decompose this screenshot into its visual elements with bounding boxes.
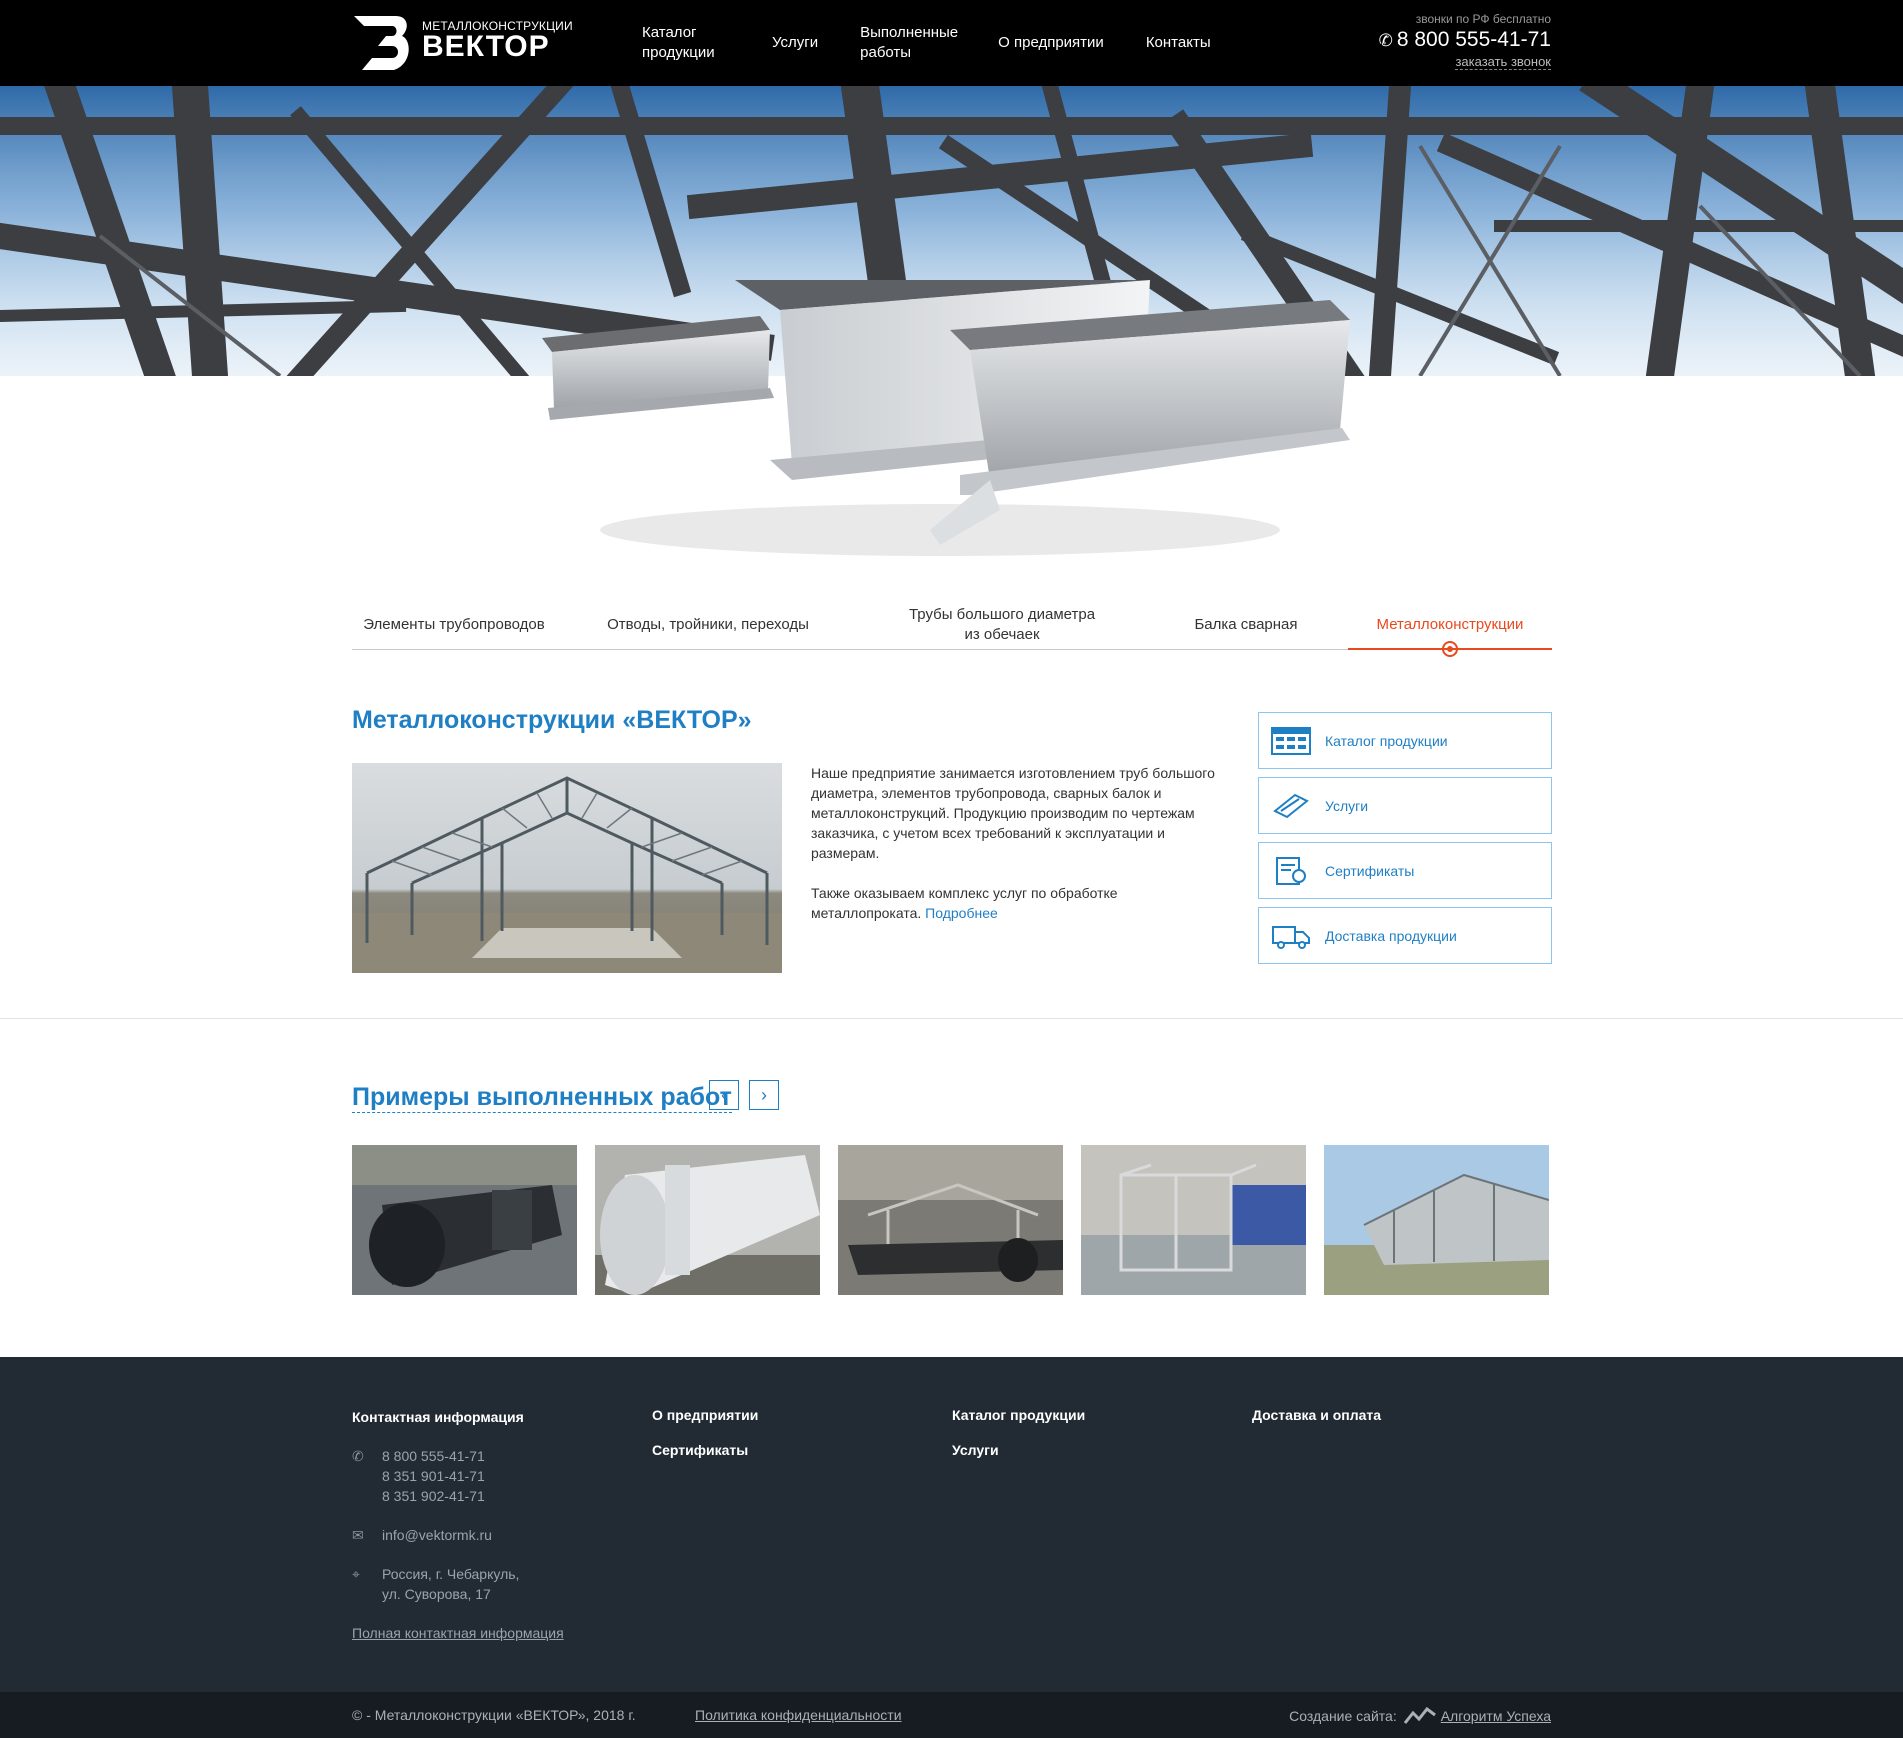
quick-link-label: Каталог продукции [1325, 732, 1448, 749]
header-phone[interactable]: ✆ 8 800 555-41-71 [1379, 28, 1551, 52]
chevron-right-icon: › [761, 1084, 767, 1105]
vector-logo-icon [354, 16, 409, 70]
developer-link[interactable]: Алгоритм Успеха [1441, 1708, 1551, 1724]
nav-about[interactable]: О предприятии [996, 33, 1106, 53]
chevron-left-icon: ‹ [721, 1084, 727, 1105]
copyright-text: © - Металлоконструкции «ВЕКТОР», 2018 г. [352, 1707, 636, 1723]
quick-link-certificates[interactable]: Сертификаты [1258, 842, 1552, 899]
about-text: Наше предприятие занимается изготовление… [811, 763, 1231, 943]
gallery-item-frame-warehouse[interactable] [1081, 1145, 1306, 1295]
footer-contacts: Контактная информация ✆ 8 800 555-41-71 … [352, 1407, 602, 1643]
footer-link-certificates[interactable]: Сертификаты [652, 1442, 758, 1458]
footer-phone-3[interactable]: 8 351 902-41-71 [382, 1486, 485, 1506]
gallery-item-pipe-white[interactable] [595, 1145, 820, 1295]
footer-link-about[interactable]: О предприятии [652, 1407, 758, 1423]
footer-phone-1[interactable]: 8 800 555-41-71 [382, 1446, 485, 1466]
site-footer: Контактная информация ✆ 8 800 555-41-71 … [0, 1357, 1903, 1692]
footer-address-line-1: Россия, г. Чебаркуль, [382, 1566, 520, 1582]
tab-label: Металлоконструкции [1376, 615, 1524, 633]
nav-services[interactable]: Услуги [770, 33, 820, 53]
gallery-item-workshop-frame[interactable] [838, 1145, 1063, 1295]
examples-title: Примеры выполненных работ [352, 1083, 732, 1113]
gallery-item-outdoor-frame[interactable] [1324, 1145, 1549, 1295]
privacy-policy-link[interactable]: Политика конфиденциальности [695, 1707, 902, 1723]
nav-contacts[interactable]: Контакты [1144, 33, 1213, 53]
footer-address-row: ⌖ Россия, г. Чебаркуль, ул. Суворова, 17 [352, 1564, 602, 1604]
footer-phones: ✆ 8 800 555-41-71 8 351 901-41-71 8 351 … [352, 1446, 602, 1506]
developer-label: Создание сайта: [1289, 1708, 1397, 1724]
main-nav: Каталог продукции Услуги Выполненные раб… [640, 0, 1251, 86]
tab-label: Трубы большого диаметра из обечаек [908, 605, 1096, 643]
phone-note: звонки по РФ бесплатно [1415, 12, 1551, 26]
callback-link[interactable]: заказать звонок [1455, 54, 1551, 70]
more-link[interactable]: Подробнее [925, 905, 998, 921]
tab-large-pipes[interactable]: Трубы большого диаметра из обечаек [860, 600, 1144, 649]
site-header: МЕТАЛЛОКОНСТРУКЦИИ ВЕКТОР Каталог продук… [0, 0, 1903, 86]
logo-title: ВЕКТОР [422, 30, 550, 63]
tab-bends-tees[interactable]: Отводы, тройники, переходы [556, 600, 860, 649]
footer-col-catalog: Каталог продукции Услуги [952, 1407, 1085, 1477]
tab-pipeline-elements[interactable]: Элементы трубопроводов [352, 600, 556, 649]
mail-icon: ✉ [352, 1527, 364, 1543]
footer-phone-2[interactable]: 8 351 901-41-71 [382, 1466, 485, 1486]
footer-link-delivery[interactable]: Доставка и оплата [1252, 1407, 1381, 1423]
works-gallery [352, 1145, 1552, 1295]
about-paragraph-1: Наше предприятие занимается изготовление… [811, 765, 1215, 861]
quick-link-delivery[interactable]: Доставка продукции [1258, 907, 1552, 964]
gallery-next-button[interactable]: › [749, 1080, 779, 1110]
product-tabs: Элементы трубопроводов Отводы, тройники,… [352, 600, 1552, 657]
quick-link-catalog[interactable]: Каталог продукции [1258, 712, 1552, 769]
tab-label: Отводы, тройники, переходы [607, 615, 809, 633]
tools-icon [1271, 791, 1311, 821]
footer-contacts-title: Контактная информация [352, 1409, 524, 1425]
footer-address-line-2: ул. Суворова, 17 [382, 1586, 491, 1602]
footer-link-catalog[interactable]: Каталог продукции [952, 1407, 1085, 1423]
gallery-item-pipe-dark[interactable] [352, 1145, 577, 1295]
tab-metal-structures[interactable]: Металлоконструкции [1348, 600, 1552, 657]
catalog-icon [1271, 726, 1311, 756]
nav-works[interactable]: Выполненные работы [858, 23, 958, 63]
bottom-bar: © - Металлоконструкции «ВЕКТОР», 2018 г.… [0, 1692, 1903, 1738]
header-phone-block: звонки по РФ бесплатно ✆ 8 800 555-41-71 … [1379, 12, 1551, 71]
about-title: Металлоконструкции «ВЕКТОР» [352, 706, 752, 734]
certificate-icon [1271, 856, 1311, 886]
phone-icon: ✆ [1378, 31, 1393, 50]
footer-email-link[interactable]: info@vektormk.ru [382, 1525, 492, 1545]
quick-link-label: Услуги [1325, 797, 1369, 814]
map-pin-icon: ⌖ [352, 1566, 360, 1582]
developer-logo-icon [1403, 1707, 1436, 1724]
tab-label: Элементы трубопроводов [363, 615, 545, 633]
phone-icon: ✆ [352, 1448, 364, 1464]
header-phone-number: 8 800 555-41-71 [1396, 28, 1551, 51]
site-logo[interactable]: МЕТАЛЛОКОНСТРУКЦИИ ВЕКТОР [352, 14, 573, 72]
full-contacts-link[interactable]: Полная контактная информация [352, 1623, 564, 1643]
footer-email-row: ✉ info@vektormk.ru [352, 1525, 602, 1545]
quick-links: Каталог продукции Услуги Сертификаты Дос… [1258, 712, 1552, 972]
active-tab-indicator [1442, 641, 1458, 657]
quick-link-label: Сертификаты [1325, 862, 1415, 879]
tab-label: Балка сварная [1194, 615, 1298, 633]
truck-icon [1271, 921, 1311, 951]
footer-col-company: О предприятии Сертификаты [652, 1407, 758, 1477]
steel-frame-photo [352, 776, 782, 973]
nav-catalog[interactable]: Каталог продукции [640, 23, 732, 63]
section-divider [0, 1018, 1903, 1019]
quick-link-label: Доставка продукции [1325, 927, 1457, 944]
steel-beams-image [542, 280, 1350, 556]
footer-col-delivery: Доставка и оплата [1252, 1407, 1381, 1442]
quick-link-services[interactable]: Услуги [1258, 777, 1552, 834]
tab-welded-beam[interactable]: Балка сварная [1144, 600, 1348, 649]
about-photo [352, 763, 782, 973]
developer-credit: Создание сайта: Алгоритм Успеха [1289, 1707, 1551, 1725]
gallery-prev-button[interactable]: ‹ [709, 1080, 739, 1110]
about-paragraph-2: Также оказываем комплекс услуг по обрабо… [811, 883, 1231, 923]
footer-link-services[interactable]: Услуги [952, 1442, 1085, 1458]
